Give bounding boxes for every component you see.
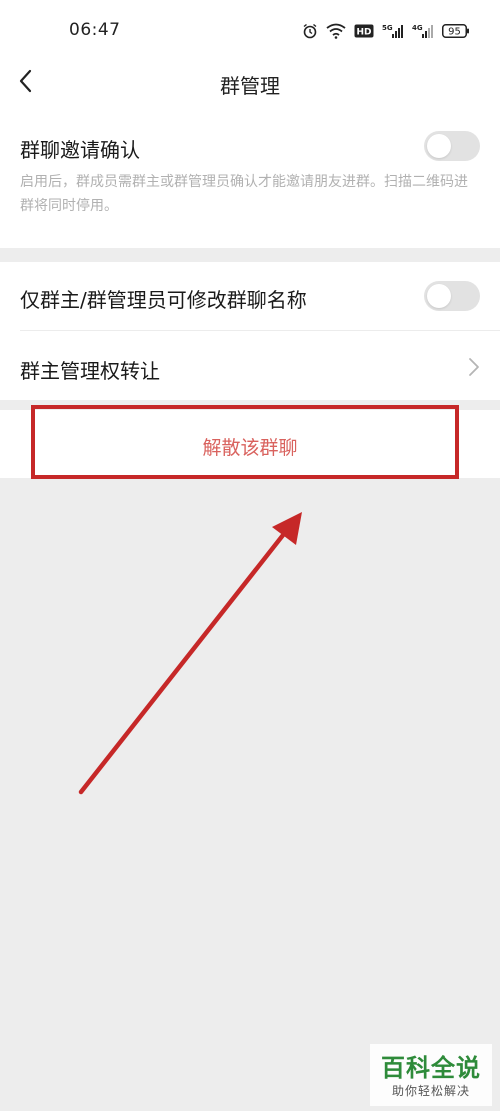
signal-4g-text: 4G	[412, 24, 423, 32]
watermark-logo: 百科全说 助你轻松解决	[370, 1044, 492, 1106]
watermark-main-text: 百科全说	[381, 1054, 481, 1082]
nav-bar: 群管理	[0, 58, 500, 110]
status-icons: HD 5G 4G 95	[302, 20, 470, 42]
alarm-icon	[303, 23, 317, 39]
rename-permission-title: 仅群主/群管理员可修改群聊名称	[20, 288, 307, 312]
wifi-icon	[326, 23, 346, 39]
invite-confirm-description: 启用后，群成员需群主或群管理员确认才能邀请朋友进群。扫描二维码进群将同时停用。	[20, 174, 468, 214]
invite-confirm-toggle[interactable]	[424, 131, 480, 161]
chevron-right-icon	[469, 358, 479, 376]
transfer-owner-row[interactable]: 群主管理权转让	[0, 331, 500, 400]
toggle-knob	[427, 134, 451, 158]
watermark-sub-text: 助你轻松解决	[391, 1084, 470, 1098]
invite-confirm-card: 群聊邀请确认 启用后，群成员需群主或群管理员确认才能邀请朋友进群。扫描二维码进群…	[0, 110, 500, 248]
page-title: 群管理	[220, 74, 280, 98]
hd-badge-text: HD	[356, 28, 371, 38]
signal-5g-text: 5G	[382, 24, 393, 32]
signal-4g-icon: 4G	[412, 24, 433, 38]
status-bar: 06:47 HD 5G 4G 95	[0, 0, 500, 58]
battery-level: 95	[448, 27, 461, 38]
battery-icon: 95	[442, 24, 469, 38]
status-time: 06:47	[69, 20, 121, 40]
rename-permission-toggle[interactable]	[424, 281, 480, 311]
invite-confirm-title: 群聊邀请确认	[20, 138, 140, 162]
permissions-card: 仅群主/群管理员可修改群聊名称 群主管理权转让	[0, 262, 500, 400]
annotation-highlight-box	[31, 405, 459, 479]
transfer-owner-title: 群主管理权转让	[20, 359, 160, 383]
toggle-knob	[427, 284, 451, 308]
hd-badge-icon: HD	[354, 24, 374, 38]
signal-5g-icon: 5G	[382, 24, 403, 38]
